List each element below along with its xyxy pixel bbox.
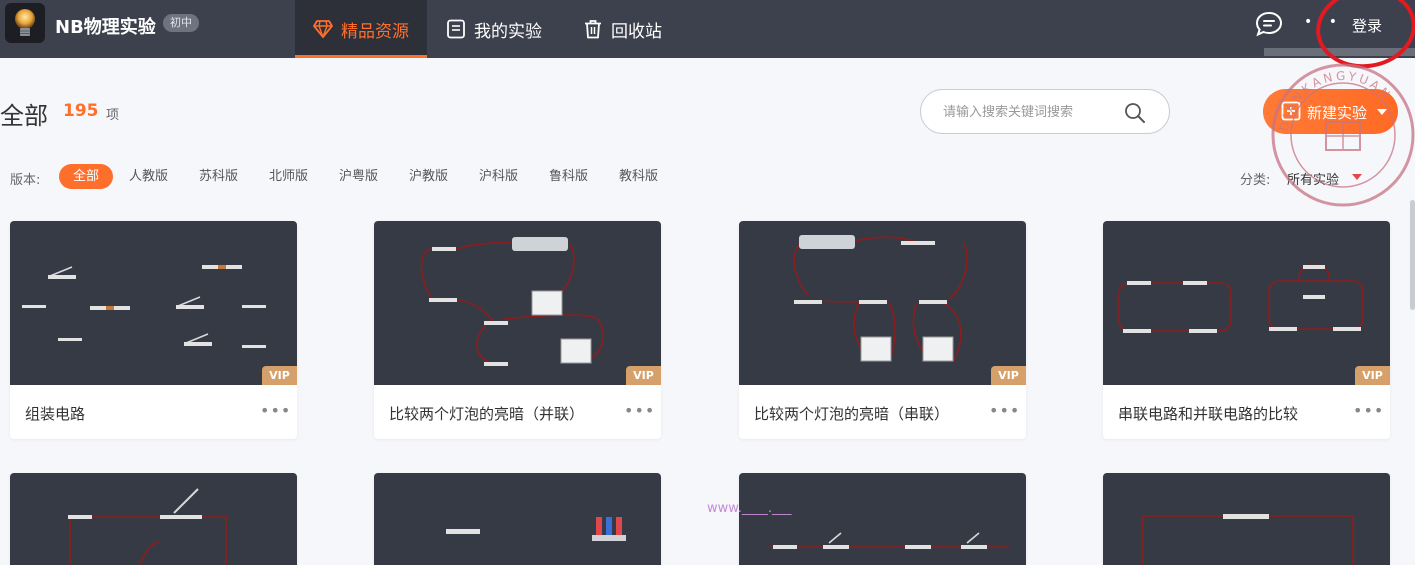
new-experiment-label: 新建实验 [1307,104,1368,122]
card-title: 比较两个灯泡的亮暗（并联） [389,405,585,423]
category-select[interactable]: 所有实验 [1287,169,1339,188]
filter-version-hujiao[interactable]: 沪教版 [395,164,462,189]
circuit-preview [420,237,605,366]
experiment-thumbnail [1103,473,1390,565]
watermark-text: www.____.___ [707,501,792,516]
search-box [920,89,1170,134]
experiment-card[interactable]: VIP 比较两个灯泡的亮暗（串联） ••• [739,221,1026,439]
experiment-card[interactable] [739,473,1026,565]
experiment-card[interactable] [374,473,661,565]
circuit-preview [68,488,227,565]
experiment-thumbnail [10,473,297,565]
card-more-button[interactable]: ••• [260,401,290,421]
card-title: 比较两个灯泡的亮暗（串联） [754,405,950,423]
top-navigation-bar: NB物理实验 初中 精品资源 我的实验 回收站 • • 登录 [0,0,1415,58]
tab-label: 回收站 [611,21,662,42]
tab-label: 精品资源 [341,21,409,42]
circuit-preview [1142,514,1354,565]
version-filter-label: 版本: [10,173,41,188]
card-more-button[interactable]: ••• [624,401,654,421]
vip-badge: VIP [991,366,1026,385]
chevron-down-icon[interactable] [1352,174,1362,180]
experiment-card[interactable]: VIP 比较两个灯泡的亮暗（并联） ••• [374,221,661,439]
circuit-preview [1118,264,1364,333]
page-title: 全部 [0,102,48,130]
grade-badge[interactable]: 初中 [163,14,199,32]
chat-bubble-icon[interactable] [1255,11,1283,37]
card-title: 串联电路和并联电路的比较 [1118,405,1299,423]
tab-premium-resources[interactable]: 精品资源 [295,0,427,58]
app-logo[interactable] [5,3,45,43]
vip-badge: VIP [262,366,297,385]
trash-icon [585,20,601,39]
experiment-thumbnail [739,221,1026,385]
experiment-thumbnail [374,473,661,565]
diamond-icon [313,20,333,38]
search-input[interactable] [943,101,1123,123]
circuit-preview [769,532,1009,549]
result-count-unit: 项 [106,108,120,123]
experiment-card[interactable] [10,473,297,565]
tab-label: 我的实验 [474,21,542,42]
experiment-thumbnail [739,473,1026,565]
vip-badge: VIP [626,366,661,385]
filter-version-huke[interactable]: 沪科版 [465,164,532,189]
lightbulb-icon [15,9,35,36]
add-document-icon [1281,101,1301,121]
card-more-button[interactable]: ••• [989,401,1019,421]
filter-version-luke[interactable]: 鲁科版 [535,164,602,189]
experiment-card[interactable]: VIP 串联电路和并联电路的比较 ••• [1103,221,1390,439]
app-name: NB物理实验 [55,17,156,38]
search-icon[interactable] [1124,102,1146,124]
page-scrollbar[interactable] [1410,200,1415,310]
filter-version-all[interactable]: 全部 [59,164,114,189]
new-experiment-button[interactable]: 新建实验 [1263,89,1398,134]
card-title: 组装电路 [25,405,86,423]
category-filter-label: 分类: [1240,173,1271,188]
filter-version-suke[interactable]: 苏科版 [185,164,252,189]
result-count: 195 [63,101,99,121]
notebook-icon [447,19,465,39]
experiment-thumbnail [374,221,661,385]
experiment-card[interactable]: VIP 组装电路 ••• [10,221,297,439]
filter-version-huyue[interactable]: 沪粤版 [325,164,392,189]
tab-recycle-bin[interactable]: 回收站 [583,0,662,58]
filter-version-renjiao[interactable]: 人教版 [115,164,182,189]
red-circle-annotation [1310,0,1415,75]
circuit-preview [793,235,968,362]
circuit-preview [446,517,626,541]
vip-badge: VIP [1355,366,1390,385]
experiment-thumbnail [10,221,297,385]
experiment-card[interactable] [1103,473,1390,565]
filter-version-beishi[interactable]: 北师版 [255,164,322,189]
filter-version-jiaoke[interactable]: 教科版 [605,164,672,189]
tab-my-experiments[interactable]: 我的实验 [446,0,542,58]
card-more-button[interactable]: ••• [1353,401,1383,421]
circuit-preview [22,265,266,348]
experiment-thumbnail [1103,221,1390,385]
chevron-down-icon[interactable] [1377,109,1387,115]
